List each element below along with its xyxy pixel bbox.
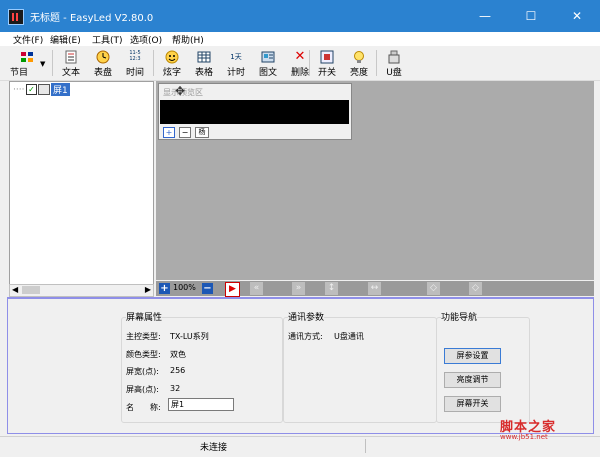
- toolbar-separator: [309, 50, 310, 76]
- menu-edit[interactable]: 编辑(E): [50, 33, 81, 46]
- udisk-button[interactable]: U盘: [378, 48, 410, 78]
- zoom-in-button[interactable]: +: [163, 127, 175, 138]
- menu-options[interactable]: 选项(O): [130, 33, 162, 46]
- chevron-down-icon[interactable]: ▼: [40, 60, 45, 68]
- connection-status: 未连接: [200, 443, 228, 453]
- program-button[interactable]: 节目 ▼: [6, 48, 48, 78]
- move-cursor-icon[interactable]: ✥: [175, 84, 185, 98]
- screen-properties-title: 屏幕属性: [126, 310, 163, 323]
- tree-item-screen[interactable]: 屏1: [51, 83, 70, 96]
- app-icon: [8, 9, 24, 25]
- led-screen[interactable]: [160, 100, 349, 124]
- align-horizontal-icon[interactable]: ↔: [368, 282, 381, 295]
- program-tree: ···· ✓ 屏1: [9, 81, 154, 285]
- menu-bar: 文件(F) 编辑(E) 工具(T) 选项(O) 帮助(H): [0, 32, 600, 46]
- menu-help[interactable]: 帮助(H): [172, 33, 204, 46]
- color-type-label: 颜色类型:: [126, 350, 161, 359]
- toolbar-separator: [376, 50, 377, 76]
- name-label: 名 称:: [126, 403, 161, 412]
- comm-mode-value: U盘通讯: [334, 332, 364, 341]
- tree-hscrollbar[interactable]: ◀ ▶: [9, 284, 154, 297]
- height-value: 32: [170, 384, 181, 393]
- power-switch-icon: [320, 50, 334, 64]
- toolbar-separator: [153, 50, 154, 76]
- scroll-right-icon[interactable]: ▶: [145, 285, 151, 294]
- watermark-url: www.jb51.net: [500, 433, 548, 441]
- table-icon: [197, 50, 211, 64]
- maximize-button[interactable]: ☐: [508, 0, 554, 32]
- toolbar: 节目 ▼ 文本 表盘 11-5 12:3 时间 炫字 表格 1天 计时 图文 ✕…: [0, 46, 600, 81]
- play-icon[interactable]: ▶: [225, 282, 240, 297]
- digital-time-icon: 11-5 12:3: [129, 50, 141, 62]
- program-icon: [20, 50, 34, 64]
- controller-value: TX-LU系列: [170, 332, 209, 341]
- height-label: 屏高(点):: [126, 385, 159, 394]
- close-button[interactable]: ✕: [554, 0, 600, 32]
- screen-name-field[interactable]: [168, 398, 234, 411]
- image-text-icon: [261, 50, 275, 64]
- toolbar-separator: [52, 50, 53, 76]
- timer-icon: 1天: [230, 53, 242, 61]
- timer-button[interactable]: 1天 计时: [220, 48, 252, 78]
- zoom-out-button[interactable]: −: [179, 127, 191, 138]
- align-right-icon[interactable]: »: [292, 282, 305, 295]
- color-type-value: 双色: [170, 350, 186, 359]
- table-button[interactable]: 表格: [188, 48, 220, 78]
- comm-params-title: 通讯参数: [288, 310, 325, 323]
- canvas-toolbar: + 100% − ▶ « » ↕ ↔ ◇ ◇: [156, 281, 594, 297]
- switch-button[interactable]: 开关: [311, 48, 343, 78]
- brightness-button[interactable]: 亮度: [343, 48, 375, 78]
- usb-drive-icon: [387, 50, 401, 64]
- width-value: 256: [170, 366, 186, 375]
- comm-mode-label: 通讯方式:: [288, 332, 323, 341]
- menu-file[interactable]: 文件(F): [13, 33, 43, 46]
- preview-mark-button[interactable]: 杨: [195, 127, 209, 138]
- window-title: 无标题 - EasyLed V2.80.0: [30, 13, 154, 24]
- status-divider: [365, 439, 366, 453]
- time-button[interactable]: 11-5 12:3 时间: [119, 48, 151, 78]
- title-bar: 无标题 - EasyLed V2.80.0 — ☐ ✕: [0, 0, 600, 32]
- zoom-level: 100%: [173, 283, 196, 292]
- flashy-text-button[interactable]: 炫字: [156, 48, 188, 78]
- tree-connector: ····: [13, 85, 25, 95]
- brightness-adjust-button[interactable]: 亮度调节: [444, 372, 501, 388]
- minimize-button[interactable]: —: [462, 0, 508, 32]
- design-canvas[interactable]: 显示预览区 ✥ + − 杨: [156, 81, 594, 280]
- text-button[interactable]: 文本: [55, 48, 87, 78]
- center-horizontal-icon[interactable]: ◇: [427, 282, 440, 295]
- scroll-thumb[interactable]: [22, 286, 40, 294]
- function-nav-title: 功能导航: [441, 310, 478, 323]
- zoom-out-icon[interactable]: −: [202, 283, 213, 294]
- dial-button[interactable]: 表盘: [87, 48, 119, 78]
- controller-label: 主控类型:: [126, 332, 161, 341]
- align-vertical-icon[interactable]: ↕: [325, 282, 338, 295]
- scroll-left-icon[interactable]: ◀: [12, 285, 18, 294]
- width-label: 屏宽(点):: [126, 367, 159, 376]
- smiley-icon: [165, 50, 179, 64]
- delete-icon: ✕: [294, 49, 306, 64]
- screen-switch-button[interactable]: 屏幕开关: [444, 396, 501, 412]
- zoom-in-icon[interactable]: +: [159, 283, 170, 294]
- screen-preview-window[interactable]: 显示预览区 ✥ + − 杨: [158, 83, 352, 140]
- screen-params-button[interactable]: 屏参设置: [444, 348, 501, 364]
- align-left-icon[interactable]: «: [250, 282, 263, 295]
- text-icon: [64, 50, 78, 64]
- checkbox-icon[interactable]: ✓: [26, 84, 37, 95]
- clock-icon: [96, 50, 110, 64]
- screen-node-icon: [38, 84, 50, 95]
- lightbulb-icon: [352, 50, 366, 64]
- image-text-button[interactable]: 图文: [252, 48, 284, 78]
- menu-tools[interactable]: 工具(T): [92, 33, 123, 46]
- center-vertical-icon[interactable]: ◇: [469, 282, 482, 295]
- properties-panel: 屏幕属性 主控类型: TX-LU系列 颜色类型: 双色 屏宽(点): 256 屏…: [7, 299, 594, 434]
